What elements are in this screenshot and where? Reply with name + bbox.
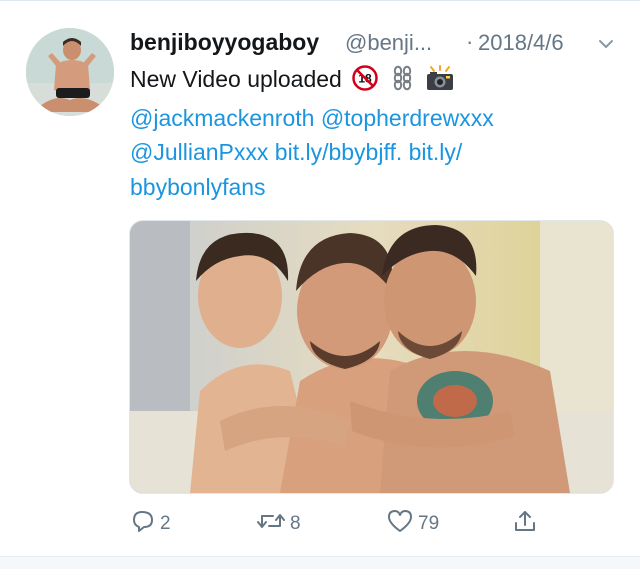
- like-button[interactable]: 79: [386, 508, 439, 540]
- media-photo[interactable]: [129, 220, 614, 494]
- mention-link[interactable]: @topherdrewxxx: [321, 105, 494, 131]
- url-link[interactable]: bit.ly/: [409, 139, 463, 165]
- mention-link[interactable]: @JullianPxxx: [130, 139, 268, 165]
- heart-icon: [386, 508, 414, 540]
- retweet-button[interactable]: 8: [256, 508, 301, 540]
- camera-flash-icon: [425, 65, 455, 101]
- share-button[interactable]: [512, 508, 538, 540]
- separator-dot: ·: [466, 29, 474, 54]
- reply-count: 2: [160, 513, 171, 534]
- retweet-count: 8: [290, 513, 301, 534]
- divider: [0, 0, 640, 1]
- chains-icon: [389, 65, 415, 101]
- timeline-gap: [0, 557, 640, 569]
- text-line: New Video uploaded: [130, 66, 342, 92]
- author-handle[interactable]: @benji...: [345, 30, 432, 56]
- retweet-icon: [256, 508, 286, 540]
- tweet-date[interactable]: 2018/4/6: [478, 30, 564, 56]
- mention-link[interactable]: @jackmackenroth: [130, 105, 314, 131]
- reply-icon: [130, 508, 156, 540]
- avatar[interactable]: [26, 28, 114, 116]
- tweet-text: New Video uploaded 18: [130, 62, 610, 204]
- tweet-header: benjiboyyogaboy @benji... · 2018/4/6: [130, 26, 620, 60]
- chevron-down-icon[interactable]: [596, 34, 616, 54]
- reply-button[interactable]: 2: [130, 508, 171, 540]
- tweet-card[interactable]: benjiboyyogaboy @benji... · 2018/4/6 New…: [0, 0, 640, 569]
- author-name[interactable]: benjiboyyogaboy: [130, 29, 319, 56]
- share-icon: [512, 508, 538, 540]
- tweet-actions: 2 8 79: [130, 508, 550, 540]
- url-link[interactable]: bit.ly/bbybjff.: [275, 139, 402, 165]
- like-count: 79: [418, 513, 440, 534]
- url-link-continued[interactable]: bbybonlyfans: [130, 174, 266, 200]
- no-under-18-icon: 18: [352, 65, 378, 101]
